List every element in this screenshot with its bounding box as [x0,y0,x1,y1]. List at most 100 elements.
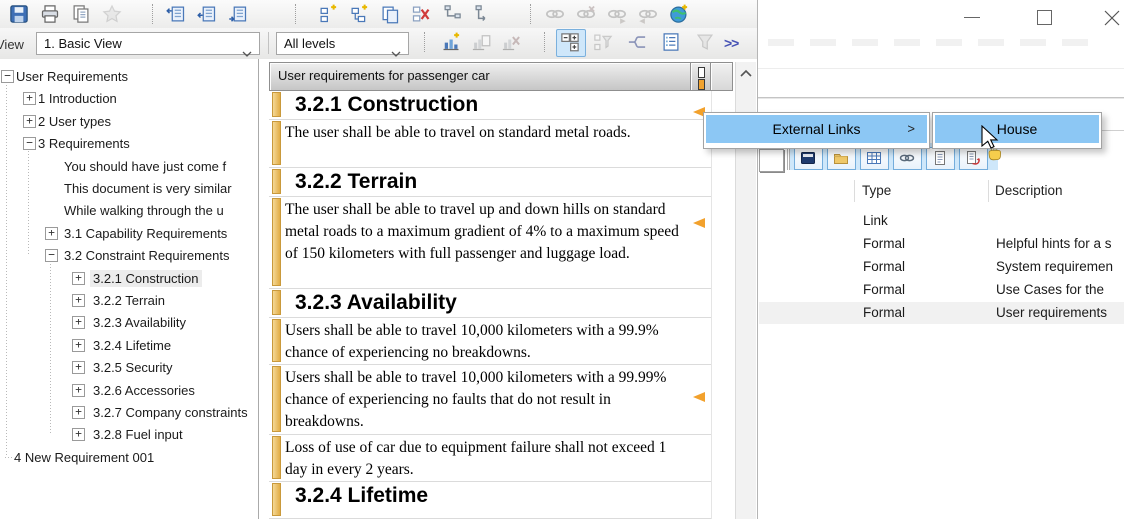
indent-left-button[interactable] [163,2,189,26]
tree-item[interactable]: +3.2.6 Accessories [0,382,258,400]
link-previous-button[interactable] [635,2,661,26]
tree-item[interactable]: +3.2.2 Terrain [0,292,258,310]
in-link-arrow-icon[interactable] [693,392,705,402]
expand-icon[interactable]: + [72,339,85,352]
requirement-object[interactable]: 3.2.3 Availability [269,289,712,318]
requirement-object[interactable]: 3.2.1 Construction [269,91,712,120]
requirement-object[interactable]: Users shall be able to travel 10,000 kil… [269,318,712,365]
save-button[interactable] [6,2,32,26]
link-delete-button[interactable] [573,2,599,26]
table-row[interactable]: FormalUser requirements [759,302,1124,324]
column-header-type[interactable]: Type [862,183,891,198]
toolbar-blank-button[interactable] [759,149,784,172]
minimize-button[interactable] [957,4,987,32]
requirement-object[interactable]: The user shall be able to travel on stan… [269,120,712,168]
table-row[interactable]: FormalSystem requiremen [759,256,1124,278]
in-link-arrow-icon[interactable] [693,218,705,228]
close-button[interactable] [1097,4,1124,32]
tree-item[interactable]: +2 User types [0,113,258,131]
indent-right-button[interactable] [225,2,251,26]
copy-button[interactable] [68,2,94,26]
expand-icon[interactable]: + [72,428,85,441]
graph-new-button[interactable] [438,30,464,54]
chain-button[interactable] [893,147,922,170]
expand-icon[interactable]: + [45,227,58,240]
tree-item[interactable]: −3 Requirements [0,135,258,153]
expand-icon[interactable]: + [72,406,85,419]
outdent-button[interactable] [194,2,220,26]
table-row[interactable]: FormalHelpful hints for a s [759,233,1124,255]
expand-icon[interactable]: + [72,361,85,374]
delete-object-button[interactable] [408,2,434,26]
filter-funnel-icon [695,32,715,52]
column-header[interactable]: User requirements for passenger car [269,62,691,91]
indicator-icon [698,67,705,78]
view-combobox[interactable]: 1. Basic View [36,32,260,55]
outline-controls-button[interactable] [556,29,586,57]
background-line [1101,130,1124,131]
tree-item[interactable]: +3.2.7 Company constraints [0,404,258,422]
tree-item[interactable]: +3.2.5 Security [0,359,258,377]
tree-item[interactable]: +1 Introduction [0,90,258,108]
link-indicator-column-header[interactable] [690,62,711,91]
print-button[interactable] [37,2,63,26]
table-row[interactable]: Link [759,210,1124,232]
tree-item[interactable]: −3.2 Constraint Requirements [0,247,258,265]
separator [268,32,269,54]
tree-item[interactable]: This document is very similar [0,180,258,198]
grid-button[interactable] [860,147,889,170]
expand-icon[interactable]: + [72,272,85,285]
requirement-object[interactable]: 3.2.2 Terrain [269,168,712,197]
tree-item[interactable]: +3.1 Capability Requirements [0,225,258,243]
screen: View 1. Basic View All levels >> −User R… [0,0,1124,519]
link-branch-button[interactable] [470,2,496,26]
tree-item[interactable]: +3.2.8 Fuel input [0,426,258,444]
new-object-button[interactable] [315,2,341,26]
folder-button[interactable] [827,147,856,170]
external-linker-button[interactable] [666,2,692,26]
tree-item[interactable]: +3.2.1 Construction [0,270,258,288]
new-object-icon [318,4,338,24]
toolbar-row-1 [0,0,757,28]
link-elbow-button[interactable] [439,2,465,26]
favorites-button[interactable] [99,2,125,26]
tree-item[interactable]: 4 New Requirement 001 [0,449,258,467]
toolbar-more-button[interactable]: >> [724,35,738,51]
link-follow-button[interactable] [604,2,630,26]
requirement-object[interactable]: The user shall be able to travel up and … [269,197,712,289]
tree-item[interactable]: −User Requirements [0,68,258,86]
menu-item-external-links[interactable]: External Links > [706,115,927,143]
tree-item[interactable]: While walking through the u [0,202,258,220]
copy-object-button[interactable] [377,2,403,26]
outdent-icon [197,4,217,24]
expand-icon[interactable]: + [72,316,85,329]
graph-open-button[interactable] [468,30,494,54]
maximize-button[interactable] [1030,4,1060,32]
tree-item-label: 3.2 Constraint Requirements [61,247,232,264]
cell-description: User requirements [996,305,1107,320]
filter-funnel-button[interactable] [692,30,718,54]
tree-item[interactable]: +3.2.3 Availability [0,314,258,332]
menu-item-house[interactable]: House [935,115,1099,143]
collapse-icon[interactable]: − [45,249,58,262]
filter-settings-button[interactable] [590,30,616,54]
object-text: Users shall be able to travel 10,000 kil… [285,367,681,433]
tree-item[interactable]: +3.2.4 Lifetime [0,337,258,355]
links-view-button[interactable] [624,30,650,54]
attributes-list-button[interactable] [658,30,684,54]
module-button[interactable] [794,147,823,170]
column-header-description[interactable]: Description [995,183,1063,198]
levels-combobox[interactable]: All levels [276,32,409,55]
tree-item[interactable]: You should have just come f [0,158,258,176]
requirement-object[interactable]: Users shall be able to travel 10,000 kil… [269,365,712,435]
link-create-button[interactable] [542,2,568,26]
filter-settings-icon [593,32,613,52]
requirement-object[interactable]: Loss of use of car due to equipment fail… [269,435,712,482]
expand-icon[interactable]: + [72,384,85,397]
new-object-below-button[interactable] [346,2,372,26]
doc-button[interactable] [926,147,955,170]
expand-icon[interactable]: + [72,294,85,307]
table-row[interactable]: FormalUse Cases for the [759,279,1124,301]
requirement-object[interactable]: 3.2.4 Lifetime [269,482,712,519]
graph-delete-button[interactable] [498,30,524,54]
